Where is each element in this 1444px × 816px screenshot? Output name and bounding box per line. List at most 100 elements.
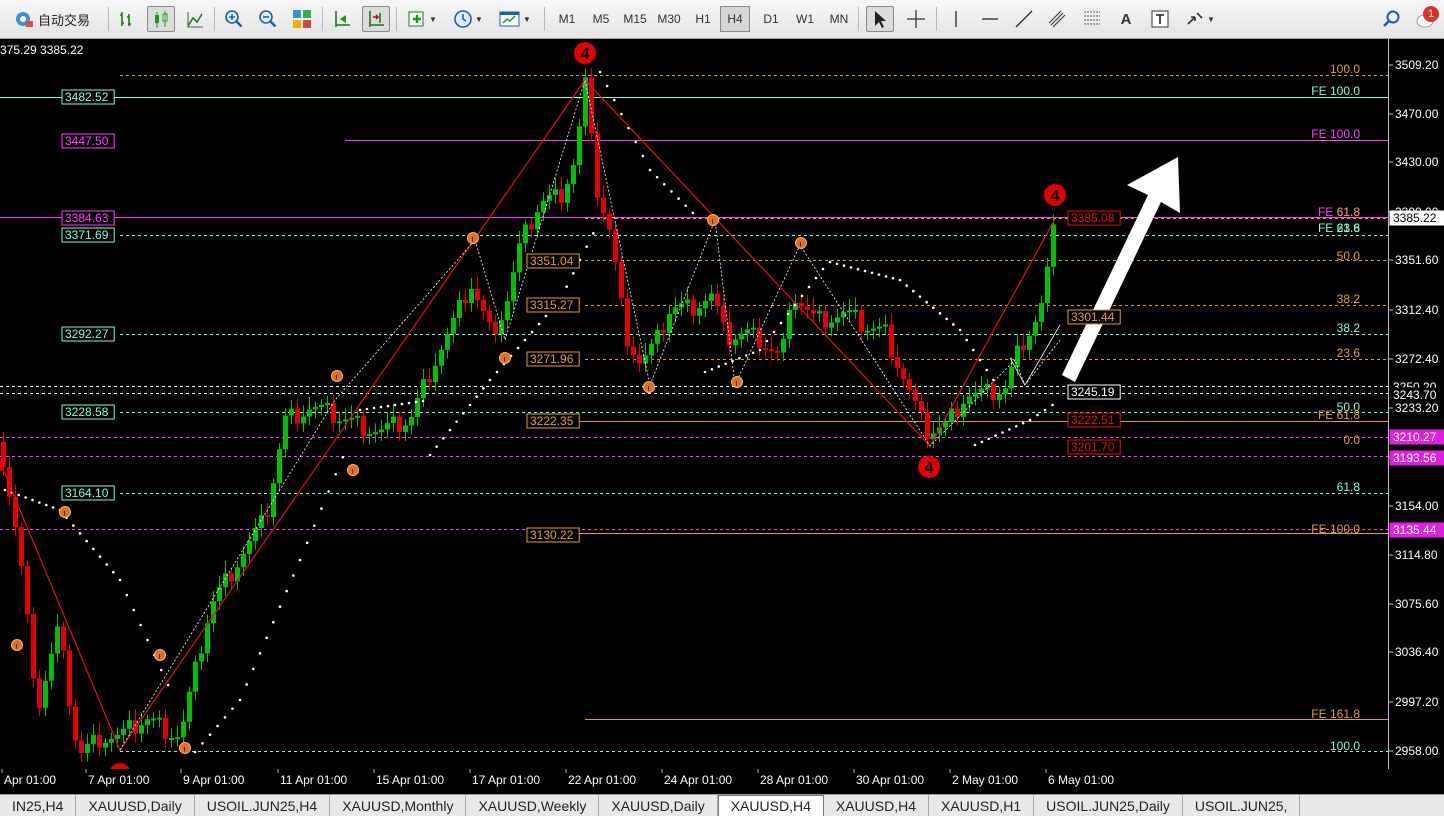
- zoom-out-icon: [259, 10, 277, 28]
- candle-body: [649, 343, 654, 356]
- indicators-button[interactable]: ▼: [402, 6, 442, 32]
- arrows-button[interactable]: ▼: [1180, 6, 1220, 32]
- candle-body: [991, 384, 996, 401]
- text-label-button[interactable]: [1146, 6, 1174, 32]
- period-m5-button[interactable]: M5: [586, 6, 616, 32]
- sar-dot: [842, 264, 846, 267]
- fib-level-label: 38.2: [1337, 321, 1361, 335]
- chevron-down-icon: ▼: [1207, 14, 1215, 24]
- fib-level-label: 100.0: [1330, 739, 1360, 753]
- candle-body: [91, 734, 96, 744]
- time-tick-label: 30 Apr 01:00: [856, 773, 924, 787]
- chart-tab[interactable]: XAUUSD,Weekly: [466, 795, 600, 816]
- candle-body: [247, 540, 252, 554]
- candle-body: [127, 720, 132, 729]
- period-d1-button[interactable]: D1: [756, 6, 786, 32]
- pivot-marker-glyph: ı: [64, 509, 66, 518]
- text-button[interactable]: A: [1112, 6, 1140, 32]
- sar-dot: [495, 370, 499, 374]
- candle-body: [829, 322, 834, 328]
- price-chart[interactable]: 375.29 3385.22ıııııııııııı44443482.52344…: [0, 39, 1389, 769]
- candle-body: [691, 299, 696, 316]
- candle-body: [55, 626, 60, 654]
- candle-body: [913, 390, 918, 402]
- sar-dot: [973, 443, 977, 447]
- horizontal-line-button[interactable]: [976, 6, 1004, 32]
- sar-dot: [292, 574, 295, 577]
- sar-dot: [677, 197, 680, 200]
- candle-body: [595, 133, 600, 198]
- sar-dot: [849, 266, 853, 269]
- period-m30-button[interactable]: M30: [654, 6, 684, 32]
- time-axis[interactable]: Apr 01:00 7 Apr 01:00 9 Apr 01:00 11 Apr 01…: [0, 769, 1444, 793]
- candle-body: [277, 449, 282, 484]
- candle-body: [601, 197, 606, 214]
- candlestick-button[interactable]: [147, 6, 175, 32]
- price-level-label: 3245.19: [1071, 385, 1115, 399]
- vertical-line-button[interactable]: [942, 6, 970, 32]
- chart-tab[interactable]: XAUUSD,Daily: [76, 795, 195, 816]
- notifications-button[interactable]: 1: [1412, 6, 1442, 32]
- chart-tab[interactable]: USOIL.JUN25,: [1183, 795, 1301, 816]
- sar-dot: [258, 652, 262, 655]
- candle-body: [883, 324, 888, 327]
- zoom-out-button[interactable]: [254, 6, 282, 32]
- autotrade-button[interactable]: 自动交易: [6, 6, 98, 32]
- candle-body: [661, 329, 666, 333]
- crosshair-button[interactable]: [902, 6, 930, 32]
- zoom-in-button[interactable]: [220, 6, 248, 32]
- chart-tab[interactable]: USOIL.JUN25,Daily: [1034, 795, 1183, 816]
- chart-tab[interactable]: XAUUSD,H4: [717, 795, 824, 816]
- period-m15-button[interactable]: M15: [620, 6, 650, 32]
- period-h4-button[interactable]: H4: [720, 6, 750, 32]
- chart-shift-button[interactable]: [362, 6, 390, 32]
- price-axis[interactable]: 3509.203470.003430.003390.003351.603312.…: [1389, 39, 1444, 769]
- sar-dot: [468, 403, 472, 407]
- candle-body: [727, 321, 732, 346]
- sar-dot: [738, 356, 741, 360]
- templates-button[interactable]: ▼: [494, 6, 536, 32]
- sar-dot: [821, 267, 825, 271]
- bar-chart-button[interactable]: [114, 6, 140, 32]
- fibonacci-button[interactable]: [1078, 6, 1106, 32]
- search-button[interactable]: [1378, 6, 1406, 32]
- trendline-button[interactable]: [1010, 6, 1038, 32]
- sar-dot: [1008, 428, 1011, 431]
- chart-tab[interactable]: USOIL.JUN25,H4: [195, 795, 331, 816]
- sar-dot: [779, 321, 783, 325]
- period-m1-button[interactable]: M1: [552, 6, 582, 32]
- equidistant-channel-button[interactable]: [1044, 6, 1072, 32]
- sar-dot: [544, 314, 548, 318]
- candle-body: [523, 224, 528, 244]
- cursor-button[interactable]: [866, 6, 894, 32]
- sar-dot: [662, 182, 666, 186]
- candle-body: [961, 403, 966, 417]
- chart-tab[interactable]: XAUUSD,H1: [929, 795, 1035, 816]
- chart-tab[interactable]: XAUUSD,Monthly: [330, 795, 467, 816]
- candle-body: [301, 416, 306, 424]
- chart-tab[interactable]: IN25,H4: [0, 795, 77, 816]
- vertical-line-icon: [955, 11, 957, 27]
- sar-dot: [201, 742, 204, 745]
- sar-dot: [245, 683, 248, 686]
- period-mn-button[interactable]: MN: [824, 6, 854, 32]
- candle-body: [319, 404, 324, 407]
- candle-body: [1003, 388, 1008, 395]
- candle-body: [517, 243, 522, 273]
- chart-tab[interactable]: XAUUSD,H4: [824, 795, 929, 816]
- sar-dot: [407, 401, 411, 405]
- candle-body: [541, 200, 546, 213]
- period-h1-button[interactable]: H1: [688, 6, 718, 32]
- tile-windows-button[interactable]: [288, 6, 316, 32]
- chart-tabs: IN25,H4 XAUUSD,Daily USOIL.JUN25,H4 XAUUSD,…: [0, 794, 1444, 816]
- price-tick-label: 3114.80: [1395, 548, 1438, 562]
- periods-button[interactable]: ▼: [448, 6, 488, 32]
- autotrade-label: 自动交易: [37, 12, 90, 28]
- line-chart-button[interactable]: [182, 6, 208, 32]
- chart-canvas[interactable]: 375.29 3385.22ıııııııııııı44443482.52344…: [0, 39, 1389, 769]
- chart-tab[interactable]: XAUUSD,Daily: [599, 795, 718, 816]
- autoscroll-button[interactable]: [328, 6, 356, 32]
- period-w1-button[interactable]: W1: [790, 6, 820, 32]
- sar-dot: [516, 346, 520, 350]
- sar-dot: [925, 300, 928, 304]
